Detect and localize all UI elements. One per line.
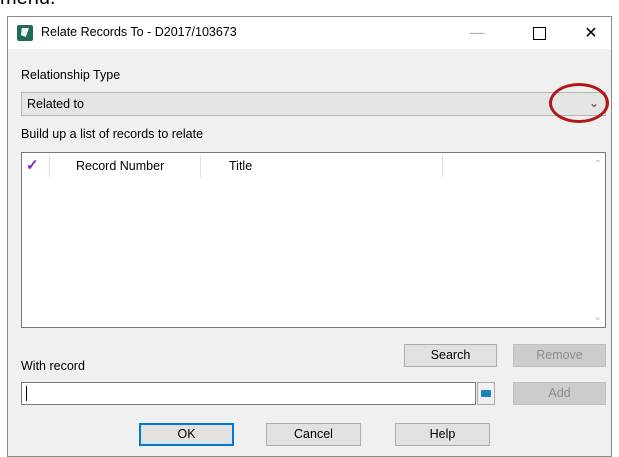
app-icon [17, 25, 33, 41]
page-text-fragment: menu. [0, 0, 56, 10]
folder-icon[interactable] [477, 382, 495, 405]
ok-button[interactable]: OK [139, 423, 234, 446]
records-list-label: Build up a list of records to relate [21, 127, 204, 141]
scroll-up-icon[interactable]: ⌃ [594, 159, 602, 170]
help-button[interactable]: Help [395, 423, 490, 446]
column-divider [442, 155, 443, 177]
vertical-scrollbar[interactable]: ⌃ ⌄ [588, 153, 605, 327]
column-header-title[interactable]: Title [229, 153, 252, 179]
window-title: Relate Records To - D2017/103673 [41, 25, 237, 39]
with-record-label: With record [21, 359, 85, 373]
minimize-button: — [469, 23, 485, 42]
records-list-header: ✓ Record Number Title [22, 153, 587, 179]
relationship-type-label: Relationship Type [21, 68, 121, 82]
relate-records-dialog: Relate Records To - D2017/103673 — ✕ Rel… [7, 16, 612, 457]
add-button[interactable]: Add [513, 382, 606, 405]
cancel-button[interactable]: Cancel [266, 423, 361, 446]
records-list[interactable]: ✓ Record Number Title ⌃ ⌄ [21, 152, 606, 328]
text-caret [26, 386, 27, 401]
search-button[interactable]: Search [404, 344, 497, 367]
highlight-annotation-circle [549, 83, 609, 123]
relationship-type-value: Related to [27, 97, 84, 111]
check-column-icon[interactable]: ✓ [26, 153, 39, 179]
scroll-down-icon[interactable]: ⌄ [594, 312, 602, 323]
close-button[interactable]: ✕ [568, 17, 614, 49]
title-bar[interactable]: Relate Records To - D2017/103673 — ✕ [8, 17, 611, 49]
remove-button[interactable]: Remove [513, 344, 606, 367]
maximize-button[interactable] [516, 17, 562, 49]
column-divider [49, 155, 50, 177]
relationship-type-dropdown[interactable]: Related to ⌄ [21, 92, 606, 116]
maximize-icon [532, 27, 546, 40]
column-divider [200, 155, 201, 177]
column-header-record-number[interactable]: Record Number [76, 153, 164, 179]
with-record-input[interactable] [21, 382, 476, 405]
